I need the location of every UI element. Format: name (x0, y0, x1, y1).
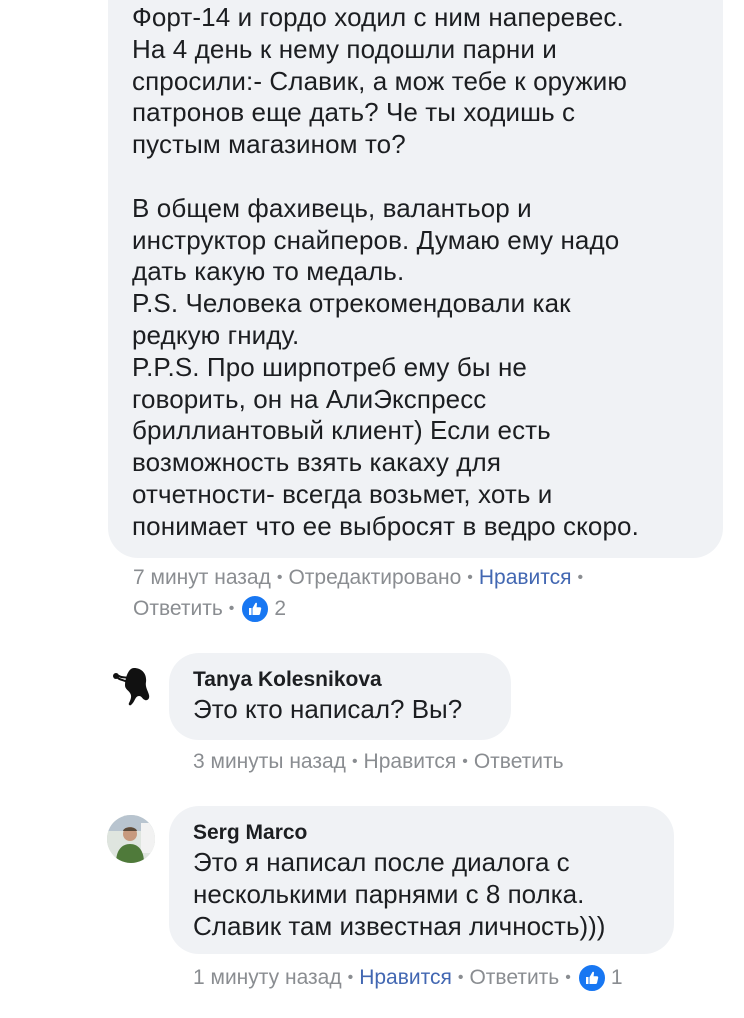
comment-text-line: Форт-14 и гордо ходил с ним наперевес. (132, 2, 624, 32)
comment-text-line: спросили:- Славик, а мож тебе к оружию (132, 65, 628, 96)
timestamp[interactable]: 3 минуты назад (193, 750, 346, 774)
reaction-count[interactable]: 1 (611, 966, 623, 990)
comment-text-line: редкую гниду. (132, 319, 300, 350)
reply-button[interactable]: Ответить (133, 597, 223, 621)
comment-text-line: Славик там известная личность))) (193, 910, 606, 941)
separator-dot: • (457, 969, 464, 986)
avatar[interactable] (107, 662, 155, 710)
comment-text-line: патронов еще дать? Че ты ходишь с (132, 97, 576, 128)
comment-text-line (132, 161, 699, 193)
like-button[interactable]: Нравится (364, 750, 457, 774)
comment-bubble-main: Форт-14 и гордо ходил с ним наперевес. Н… (108, 0, 723, 558)
comment-text-line: P.S. Человека отрекомендовали как (132, 288, 571, 319)
comment-text-line: возможность взять какаху для (132, 447, 501, 478)
timestamp[interactable]: 7 минут назад (133, 566, 271, 590)
comment-text-line: дать какую то медаль. (132, 256, 405, 287)
separator-dot: • (462, 753, 468, 770)
separator-dot: • (577, 569, 584, 586)
comment-text-line: пустым магазином то? (132, 129, 406, 160)
comment-author[interactable]: Tanya Kolesnikova (193, 666, 487, 694)
reply-button[interactable]: Ответить (469, 966, 559, 990)
comment-text-line: Это я написал после диалога с (193, 847, 570, 877)
separator-dot: • (276, 569, 283, 586)
like-button[interactable]: Нравится (359, 966, 452, 990)
comment-text-line: инструктор снайперов. Думаю ему надо (132, 224, 620, 255)
avatar[interactable] (107, 815, 155, 863)
separator-dot: • (467, 569, 473, 586)
reaction-count[interactable]: 2 (274, 597, 286, 621)
comment-text-line: отчетности- всегда возьмет, хоть и (132, 478, 553, 509)
comment-meta-main-row2: Ответить • 2 (133, 594, 286, 624)
thumbs-up-icon[interactable] (576, 963, 607, 993)
comment-meta-serg: 1 минуту назад • Нравится • Ответить • 1 (193, 963, 623, 993)
comment-meta-tanya: 3 минуты назад • Нравится • Ответить (193, 750, 564, 774)
comment-text-line: бриллиантовый клиент) Если есть (132, 415, 551, 446)
edited-label[interactable]: Отредактировано (288, 566, 461, 590)
comment-author[interactable]: Serg Marco (193, 819, 650, 847)
reply-button[interactable]: Ответить (474, 750, 564, 774)
comment-text-line: понимает что ее выбросят в ведро скоро. (132, 510, 639, 541)
comment-text-line: несколькими парнями с 8 полка. (193, 878, 585, 909)
comment-text-line: В общем фахивець, валантьор и (132, 192, 532, 223)
separator-dot: • (565, 969, 571, 986)
separator-dot: • (351, 753, 358, 770)
comment-bubble-serg: Serg Marco Это я написал после диалога с… (169, 806, 674, 954)
separator-dot: • (228, 600, 235, 617)
timestamp[interactable]: 1 минуту назад (193, 966, 342, 990)
comment-meta-main: 7 минут назад • Отредактировано • Нравит… (133, 566, 589, 590)
comment-text: Это кто написал? Вы? (193, 694, 463, 724)
comment-text-line: говорить, он на АлиЭкспресс (132, 383, 487, 414)
thumbs-up-icon[interactable] (240, 594, 271, 624)
comment-text-line: P.P.S. Про ширпотреб ему бы не (132, 351, 527, 382)
separator-dot: • (347, 969, 354, 986)
comment-text-line: На 4 день к нему подошли парни и (132, 33, 557, 64)
like-button[interactable]: Нравится (479, 566, 572, 590)
comment-bubble-tanya: Tanya Kolesnikova Это кто написал? Вы? (169, 653, 511, 740)
